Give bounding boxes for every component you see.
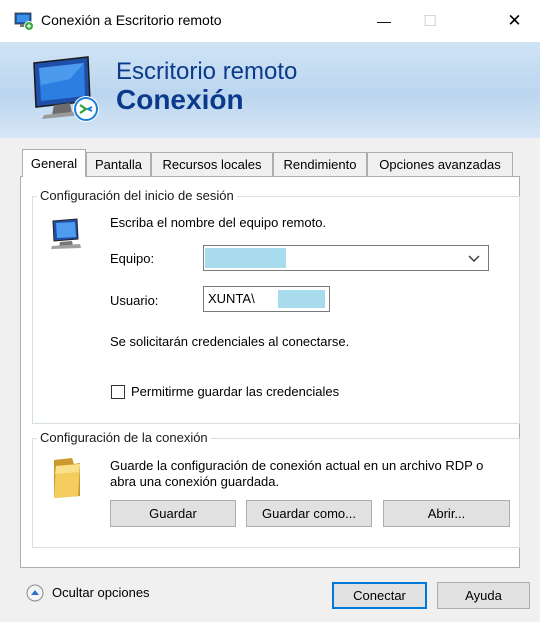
hide-options-label[interactable]: Ocultar opciones	[52, 585, 150, 600]
close-icon: ✕	[507, 11, 522, 30]
tab-label: Recursos locales	[162, 157, 262, 172]
tab-recursos-locales[interactable]: Recursos locales	[151, 152, 273, 176]
tab-general[interactable]: General	[22, 149, 86, 177]
close-button[interactable]: ✕	[489, 4, 540, 38]
connect-button[interactable]: Conectar	[332, 582, 427, 609]
banner-title-line2: Conexión	[116, 84, 244, 115]
redacted-value	[205, 248, 286, 268]
chevron-up-icon[interactable]	[26, 584, 44, 602]
computer-combobox[interactable]	[203, 245, 489, 271]
header-banner: Escritorio remoto Conexión	[0, 42, 540, 138]
maximize-button[interactable]: ☐	[407, 4, 453, 38]
connect-button-label: Conectar	[353, 588, 406, 603]
minimize-icon: —	[377, 13, 391, 29]
instruction-text: Escriba el nombre del equipo remoto.	[110, 215, 327, 230]
banner-title-line1: Escritorio remoto	[116, 58, 298, 85]
credentials-note: Se solicitarán credenciales al conectars…	[110, 334, 350, 349]
user-value: XUNTA\	[208, 291, 255, 306]
save-credentials-label[interactable]: Permitirme guardar las credenciales	[131, 384, 339, 399]
computer-icon	[51, 218, 81, 249]
maximize-icon: ☐	[423, 13, 437, 30]
hide-options-toggle[interactable]: Ocultar opciones	[26, 582, 150, 604]
user-input[interactable]: XUNTA\	[203, 286, 330, 312]
title-bar[interactable]: Conexión a Escritorio remoto — ☐ ✕	[0, 0, 540, 42]
remote-desktop-icon	[14, 12, 34, 31]
login-group-title: Configuración del inicio de sesión	[37, 188, 237, 203]
save-credentials-checkbox[interactable]	[111, 385, 125, 399]
tab-rendimiento[interactable]: Rendimiento	[273, 152, 367, 176]
connection-settings-group	[32, 438, 520, 548]
help-button-label: Ayuda	[465, 588, 502, 603]
chevron-down-icon[interactable]	[468, 254, 480, 264]
tab-label: Rendimiento	[283, 157, 357, 172]
tab-pantalla[interactable]: Pantalla	[86, 152, 151, 176]
computer-label: Equipo:	[110, 251, 155, 266]
tab-label: General	[30, 156, 78, 171]
redacted-value	[278, 290, 325, 308]
tab-label: Opciones avanzadas	[379, 157, 501, 172]
tab-label: Pantalla	[95, 157, 142, 172]
window-title: Conexión a Escritorio remoto	[41, 12, 222, 28]
minimize-button[interactable]: —	[361, 4, 407, 38]
connection-description: Guarde la configuración de conexión actu…	[110, 458, 484, 489]
folder-icon	[54, 458, 80, 498]
remote-desktop-icon	[33, 56, 99, 122]
user-label: Usuario:	[110, 293, 159, 308]
help-button[interactable]: Ayuda	[437, 582, 530, 609]
connection-group-title: Configuración de la conexión	[37, 430, 211, 445]
tab-opciones-avanzadas[interactable]: Opciones avanzadas	[367, 152, 513, 176]
